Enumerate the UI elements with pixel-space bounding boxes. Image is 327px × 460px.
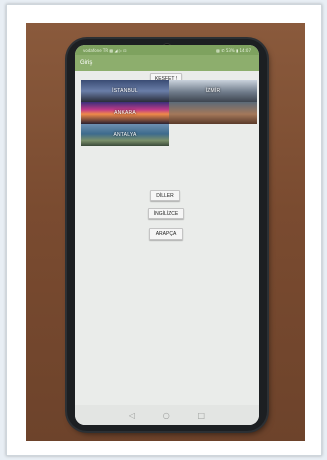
city-label-antalya: ANTALYA (113, 132, 137, 138)
city-tile-ankara[interactable]: ANKARA (81, 102, 169, 124)
languages-button[interactable]: DİLLER (150, 190, 180, 201)
back-icon[interactable]: ◁ (129, 411, 135, 420)
photo-background: vodafone TR ▩ ◢ ▷ ⊡ ▩ ✆ 53% ▮ 14:07 Giri… (26, 23, 305, 441)
city-label-izmir: İZMİR (205, 88, 221, 94)
city-tile-istanbul[interactable]: İSTANBUL (81, 80, 169, 102)
home-icon[interactable]: ○ (163, 411, 170, 420)
phone-screen: vodafone TR ▩ ◢ ▷ ⊡ ▩ ✆ 53% ▮ 14:07 Giri… (75, 45, 259, 425)
city-tile-antalya[interactable]: ANTALYA (81, 124, 169, 146)
city-label-ankara: ANKARA (114, 110, 136, 116)
recents-icon[interactable]: □ (198, 411, 206, 420)
city-label-istanbul: İSTANBUL (112, 88, 138, 94)
english-button[interactable]: İNGİLİZCE (148, 208, 184, 219)
status-right: ▩ ✆ 53% ▮ 14:07 (216, 47, 251, 53)
photo-frame: vodafone TR ▩ ◢ ▷ ⊡ ▩ ✆ 53% ▮ 14:07 Giri… (6, 4, 322, 456)
city-tile-izmir[interactable]: İZMİR (169, 80, 257, 102)
phone-device: vodafone TR ▩ ◢ ▷ ⊡ ▩ ✆ 53% ▮ 14:07 Giri… (67, 39, 267, 431)
status-left: vodafone TR ▩ ◢ ▷ ⊡ (83, 47, 127, 53)
status-bar: vodafone TR ▩ ◢ ▷ ⊡ ▩ ✆ 53% ▮ 14:07 (75, 45, 259, 55)
app-bar: Giriş (75, 55, 259, 71)
system-nav-bar: ◁ ○ □ (75, 405, 259, 425)
arabic-button[interactable]: ARAPÇA (149, 228, 183, 240)
city-tile-empty (169, 124, 257, 146)
app-title: Giriş (80, 60, 93, 66)
city-tile-unlabeled[interactable] (169, 102, 257, 124)
city-image-grid: İSTANBUL İZMİR ANKARA ANTALYA (81, 80, 257, 146)
